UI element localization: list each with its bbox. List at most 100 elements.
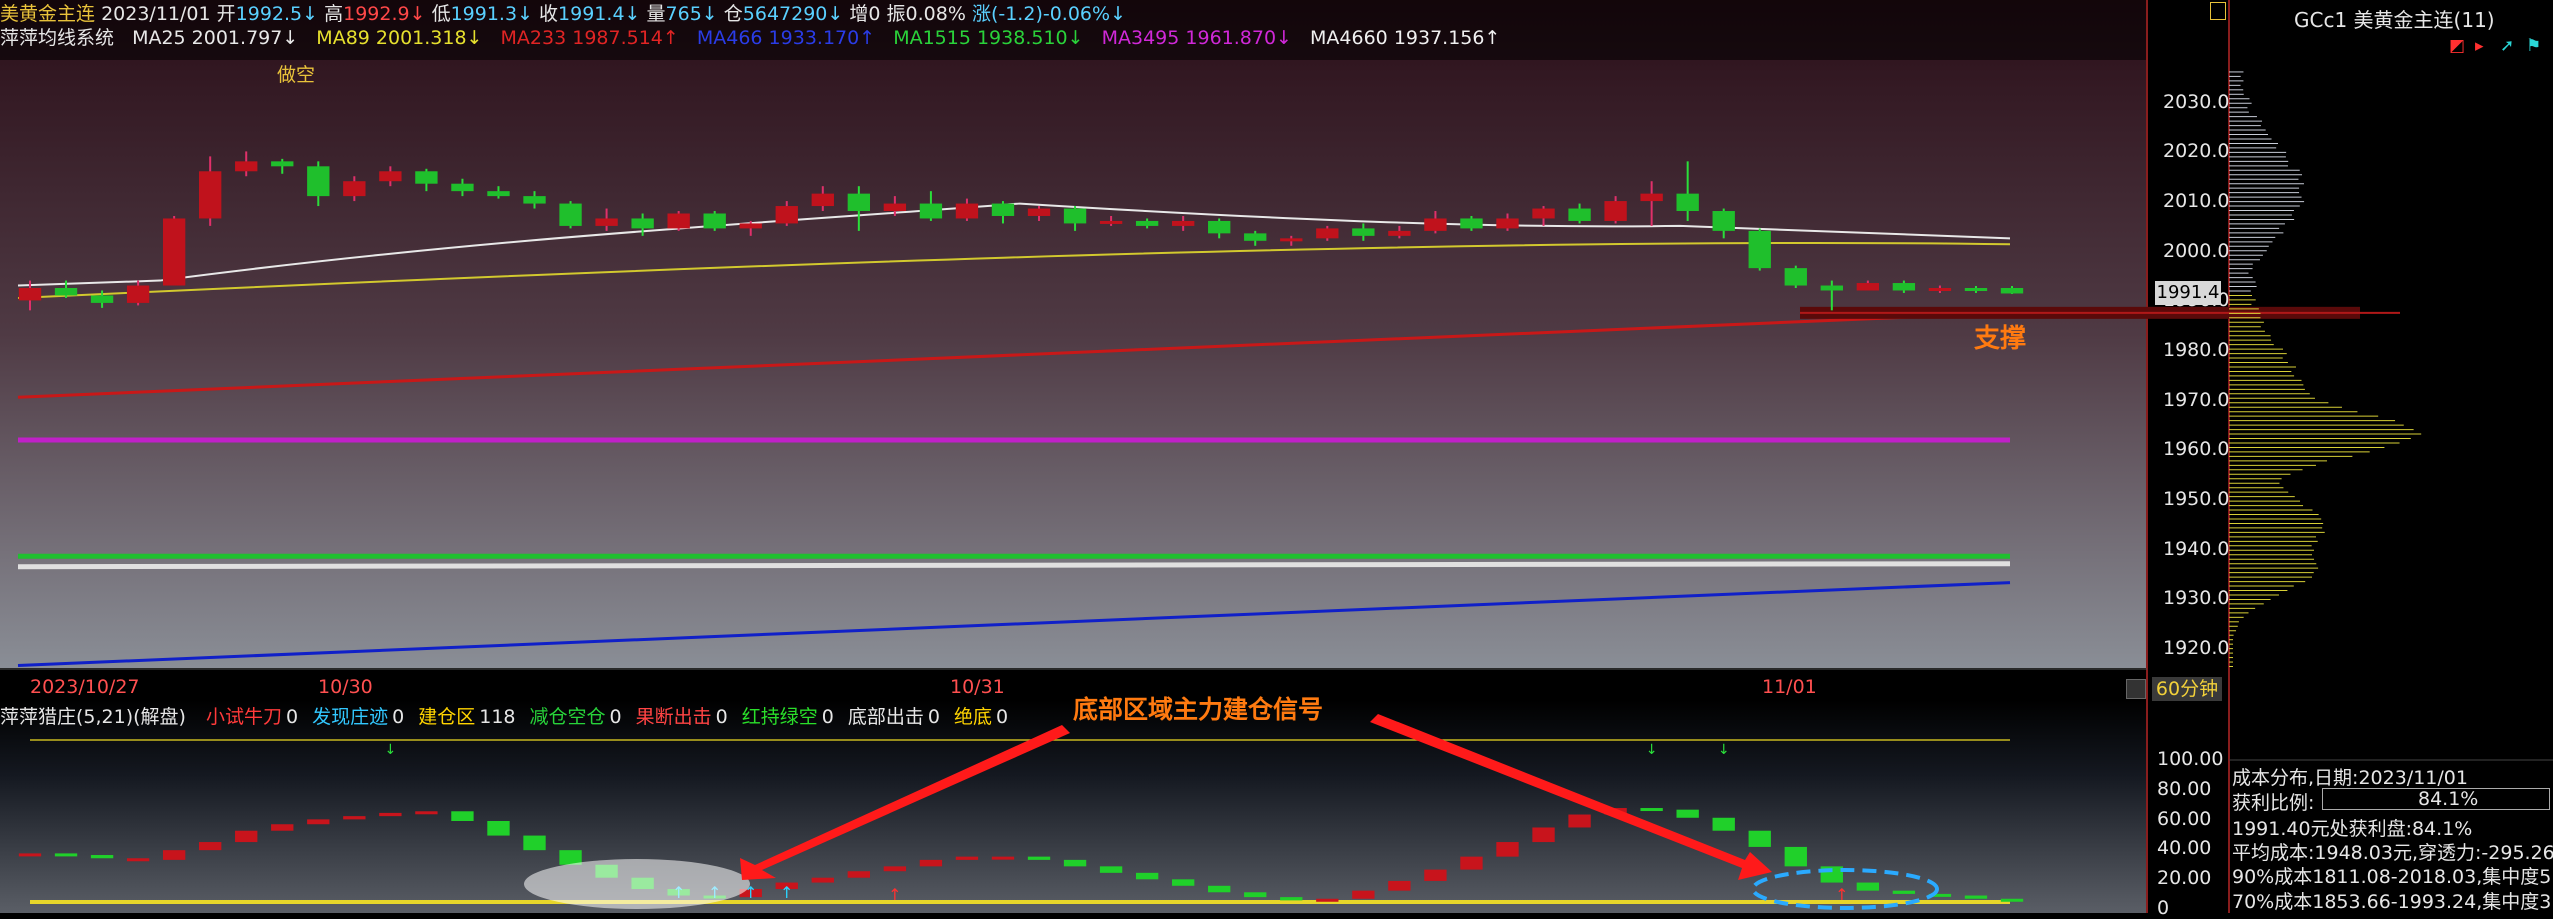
indicator-bar <box>1785 847 1807 866</box>
indicator-bar <box>848 871 870 877</box>
candle-body <box>127 286 149 303</box>
candle-body <box>884 204 906 211</box>
indicator-item-label: 绝底 <box>954 706 992 728</box>
candle-body <box>776 206 798 223</box>
candle-body <box>559 204 581 226</box>
candle-body <box>1100 221 1122 224</box>
volume-value: 765 <box>666 3 702 25</box>
indicator-bar <box>1244 892 1266 897</box>
indicator-bar <box>1965 896 1987 899</box>
candle-body <box>992 204 1014 216</box>
tool-icon-1[interactable]: ◩ <box>2449 36 2465 56</box>
indicator-item-value: 0 <box>822 706 834 728</box>
candle-body <box>1929 288 1951 291</box>
change-value: (-1.2)-0.06% <box>991 3 1110 25</box>
scroll-handle[interactable] <box>2126 679 2146 699</box>
indicator-bar <box>379 813 401 816</box>
tool-icon-4[interactable]: ⚑ <box>2526 36 2541 56</box>
tool-icon-3[interactable]: ➚ <box>2500 36 2514 56</box>
indicator-bar <box>1640 808 1662 811</box>
candle-body <box>1496 218 1518 228</box>
candle-body <box>1208 221 1230 233</box>
indicator-bar <box>1749 831 1771 847</box>
candle-body <box>1677 194 1699 211</box>
indicator-bar <box>19 853 41 856</box>
candle-body <box>1532 209 1554 219</box>
ma4660-label: MA4660 1937.156↑ <box>1310 27 1500 49</box>
indicator-bar <box>1713 818 1735 831</box>
candle-body <box>848 194 870 211</box>
indicator-bar <box>55 853 77 856</box>
cost-distribution-date: 成本分布,日期:2023/11/01 <box>2232 763 2468 790</box>
candle-body <box>343 181 365 196</box>
indicator-item-label: 小试牛刀 <box>206 706 282 728</box>
panel-toggle-icon[interactable] <box>2210 2 2226 20</box>
indicator-bar <box>1172 879 1194 885</box>
indicator-item-value: 118 <box>479 706 515 728</box>
candle[interactable] <box>704 211 726 231</box>
amplitude-value: 0.08% <box>906 3 966 25</box>
date-label-1: 2023/10/27 <box>30 676 140 698</box>
indicator-item-value: 0 <box>996 706 1008 728</box>
candle-body <box>740 223 762 228</box>
signal-annotation: 底部区域主力建仓信号 <box>1073 690 1323 726</box>
ma233-label: MA233 1987.514↑ <box>501 27 679 49</box>
candle[interactable] <box>163 216 185 286</box>
indicator-bar <box>343 816 365 819</box>
candle-body <box>595 218 617 225</box>
candle-body <box>704 214 726 229</box>
low-value: 1991.3 <box>451 3 517 25</box>
candle-body <box>956 204 978 219</box>
period-selector[interactable]: 60分钟 <box>2152 677 2222 701</box>
ma89-label: MA89 2001.318↓ <box>316 27 482 49</box>
indicator-tick-label: 0 <box>2157 897 2169 919</box>
price-tick-label: 1960.0 <box>2163 438 2229 460</box>
indicator-bar <box>920 860 942 866</box>
price-tick-label: 1980.0 <box>2163 339 2229 361</box>
indicator-tick-label: 80.00 <box>2157 778 2211 800</box>
indicator-item-value: 0 <box>286 706 298 728</box>
price-tick-label: 2010.0 <box>2163 190 2229 212</box>
indicator-bar <box>1532 827 1554 842</box>
candle-body <box>1821 286 1843 291</box>
indicator-bar <box>1352 891 1374 899</box>
date-label-4: 11/01 <box>1762 676 1817 698</box>
candle-body <box>1568 209 1590 221</box>
candle-body <box>487 191 509 196</box>
candle[interactable] <box>1749 228 1771 270</box>
candle-body <box>55 288 77 295</box>
indicator-bar <box>1893 891 1915 894</box>
candle-body <box>1136 221 1158 226</box>
indicator-bar <box>1496 842 1518 857</box>
candle-body <box>1244 233 1266 240</box>
indicator-item-value: 0 <box>928 706 940 728</box>
indicator-bar <box>1280 897 1302 900</box>
candle-body <box>523 196 545 203</box>
price-tick-label: 1950.0 <box>2163 488 2229 510</box>
indicator-bar <box>1064 860 1086 866</box>
candle[interactable] <box>1785 266 1807 288</box>
sell-marker: ↓ <box>1718 742 1730 758</box>
increase-value: 0 <box>868 3 880 25</box>
open-value: 1992.5 <box>236 3 302 25</box>
indicator-bar <box>307 819 329 824</box>
candle-body <box>1064 209 1086 224</box>
indicator-bar <box>1677 810 1699 818</box>
indicator-bar <box>487 821 509 836</box>
indicator-item-value: 0 <box>716 706 728 728</box>
short-annotation: 做空 <box>277 60 315 87</box>
indicator-bar <box>1424 870 1446 881</box>
candle[interactable] <box>559 201 581 228</box>
ma1515-label: MA1515 1938.510↓ <box>893 27 1083 49</box>
indicator-bar <box>271 824 293 830</box>
cost-90: 90%成本1811.08-2018.03,集中度5. <box>2232 862 2553 889</box>
cost-70: 70%成本1853.66-1993.24,集中度3. <box>2232 887 2553 914</box>
tool-icon-2[interactable]: ▸ <box>2475 36 2484 56</box>
chart-window: ↑↑↑↑↑↑↓↓↓ 美黄金主连 2023/11/01 开1992.5↓ 高199… <box>0 0 2553 913</box>
candle-body <box>631 218 653 228</box>
profit-at-price: 1991.40元处获利盘:84.1% <box>2232 814 2472 841</box>
candle[interactable] <box>667 211 689 231</box>
profit-ratio-label: 获利比例: <box>2232 788 2314 815</box>
candle-body <box>1352 228 1374 235</box>
ma-legend: 萍萍均线系统 MA25 2001.797↓ MA89 2001.318↓ MA2… <box>0 27 1512 49</box>
